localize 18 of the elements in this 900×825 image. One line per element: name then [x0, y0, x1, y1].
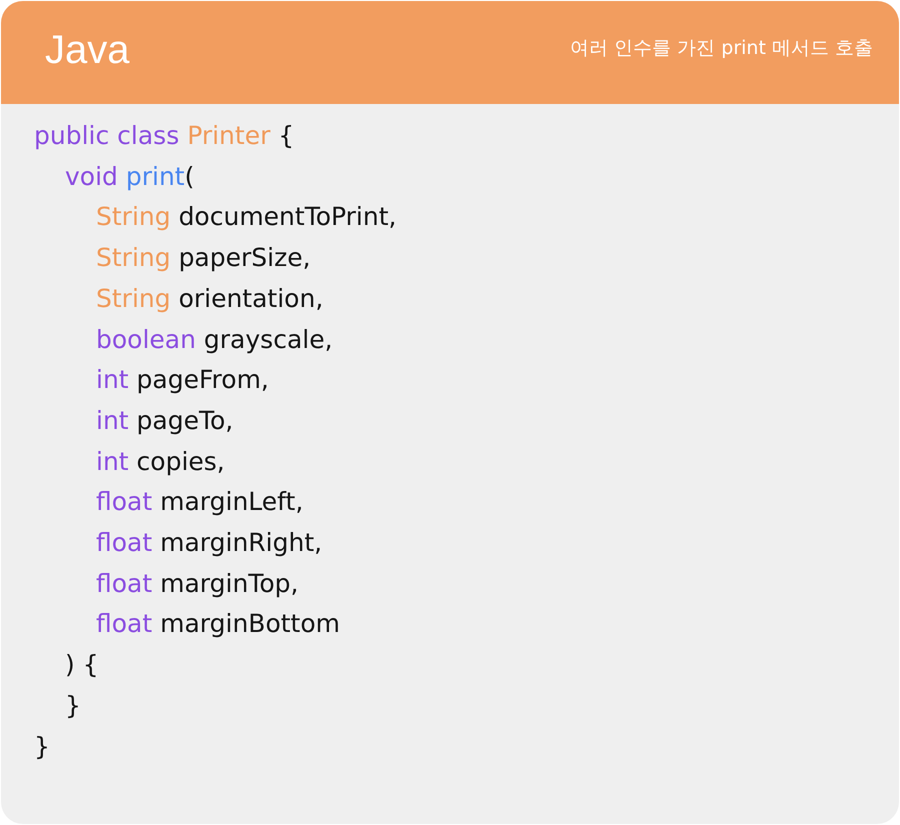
code-line: float marginRight,: [96, 527, 322, 560]
code-line: int pageFrom,: [96, 364, 269, 396]
code-line: int pageTo,: [96, 404, 234, 437]
code-line: boolean grayscale,: [96, 324, 333, 356]
code-line: }: [65, 690, 81, 722]
header-subtitle: 여러 인수를 가진 print 메서드 호출: [570, 36, 873, 60]
code-line: String documentToPrint,: [96, 201, 396, 234]
code-line: int copies,: [96, 446, 225, 478]
code-line: float marginLeft,: [96, 486, 304, 518]
code-line: public class Printer {: [34, 120, 294, 152]
code-line: String paperSize,: [96, 242, 311, 274]
code-line: ) {: [65, 649, 99, 682]
code-line: String orientation,: [96, 282, 324, 315]
code-line: float marginBottom: [96, 608, 340, 640]
code-line: void print(: [65, 160, 194, 193]
code-line: }: [34, 730, 50, 763]
code-line: float marginTop,: [96, 568, 298, 600]
language-title: Java: [45, 28, 130, 73]
